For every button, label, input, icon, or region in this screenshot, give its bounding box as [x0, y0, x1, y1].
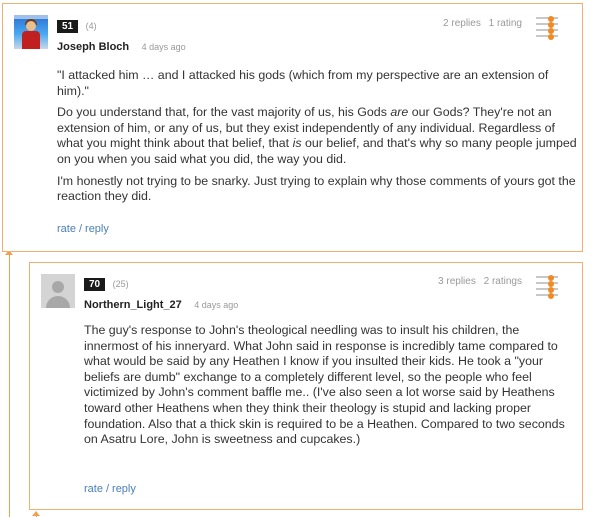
- comment-paragraph: Do you understand that, for the vast maj…: [57, 105, 577, 166]
- default-avatar-icon[interactable]: [41, 274, 75, 308]
- vote-count: (25): [112, 279, 129, 289]
- comment-paragraph: "I attacked him … and I attacked his god…: [57, 68, 549, 98]
- score-badge: 70: [84, 278, 106, 291]
- author-name[interactable]: Joseph Bloch: [57, 41, 129, 53]
- ratings-count[interactable]: 2 ratings: [484, 276, 522, 287]
- score-badge: 51: [57, 20, 79, 33]
- emphasis-text: is: [292, 136, 302, 151]
- comment-meta: 51 (4) Joseph Bloch 4 days ago: [57, 16, 186, 55]
- comment-stats: 2 replies 1 rating: [443, 18, 522, 29]
- replies-count[interactable]: 2 replies: [443, 18, 481, 29]
- timestamp: 4 days ago: [141, 42, 186, 52]
- comment: 51 (4) Joseph Bloch 4 days ago 2 replies…: [2, 3, 583, 252]
- comment: 70 (25) Northern_Light_27 4 days ago 3 r…: [29, 262, 583, 510]
- thread-line-outer: [9, 255, 10, 517]
- comment-actions: rate / reply: [57, 223, 109, 235]
- ratings-count[interactable]: 1 rating: [489, 18, 522, 29]
- avatar[interactable]: [14, 15, 48, 49]
- rating-meter-icon[interactable]: [536, 275, 558, 299]
- comment-actions: rate / reply: [84, 483, 136, 495]
- comment-paragraph: The guy's response to John's theological…: [84, 323, 565, 447]
- comment-meta: 70 (25) Northern_Light_27 4 days ago: [84, 274, 238, 313]
- reply-link[interactable]: reply: [112, 483, 136, 495]
- action-separator: /: [78, 223, 83, 235]
- reply-link[interactable]: reply: [85, 223, 109, 235]
- rate-link[interactable]: rate: [57, 223, 76, 235]
- rating-meter-icon[interactable]: [536, 16, 558, 40]
- author-name[interactable]: Northern_Light_27: [84, 299, 182, 311]
- arrow-up-icon: [32, 511, 40, 516]
- emphasis-text: are: [390, 105, 409, 120]
- vote-count: (4): [85, 21, 97, 31]
- comment-body: The guy's response to John's theological…: [84, 323, 574, 448]
- comment-paragraph: I'm honestly not trying to be snarky. Ju…: [57, 173, 576, 204]
- timestamp: 4 days ago: [194, 300, 239, 310]
- rate-link[interactable]: rate: [84, 483, 103, 495]
- replies-count[interactable]: 3 replies: [438, 276, 476, 287]
- comment-body: "I attacked him … and I attacked his god…: [57, 68, 577, 211]
- comment-stats: 3 replies 2 ratings: [438, 276, 522, 287]
- action-separator: /: [105, 483, 110, 495]
